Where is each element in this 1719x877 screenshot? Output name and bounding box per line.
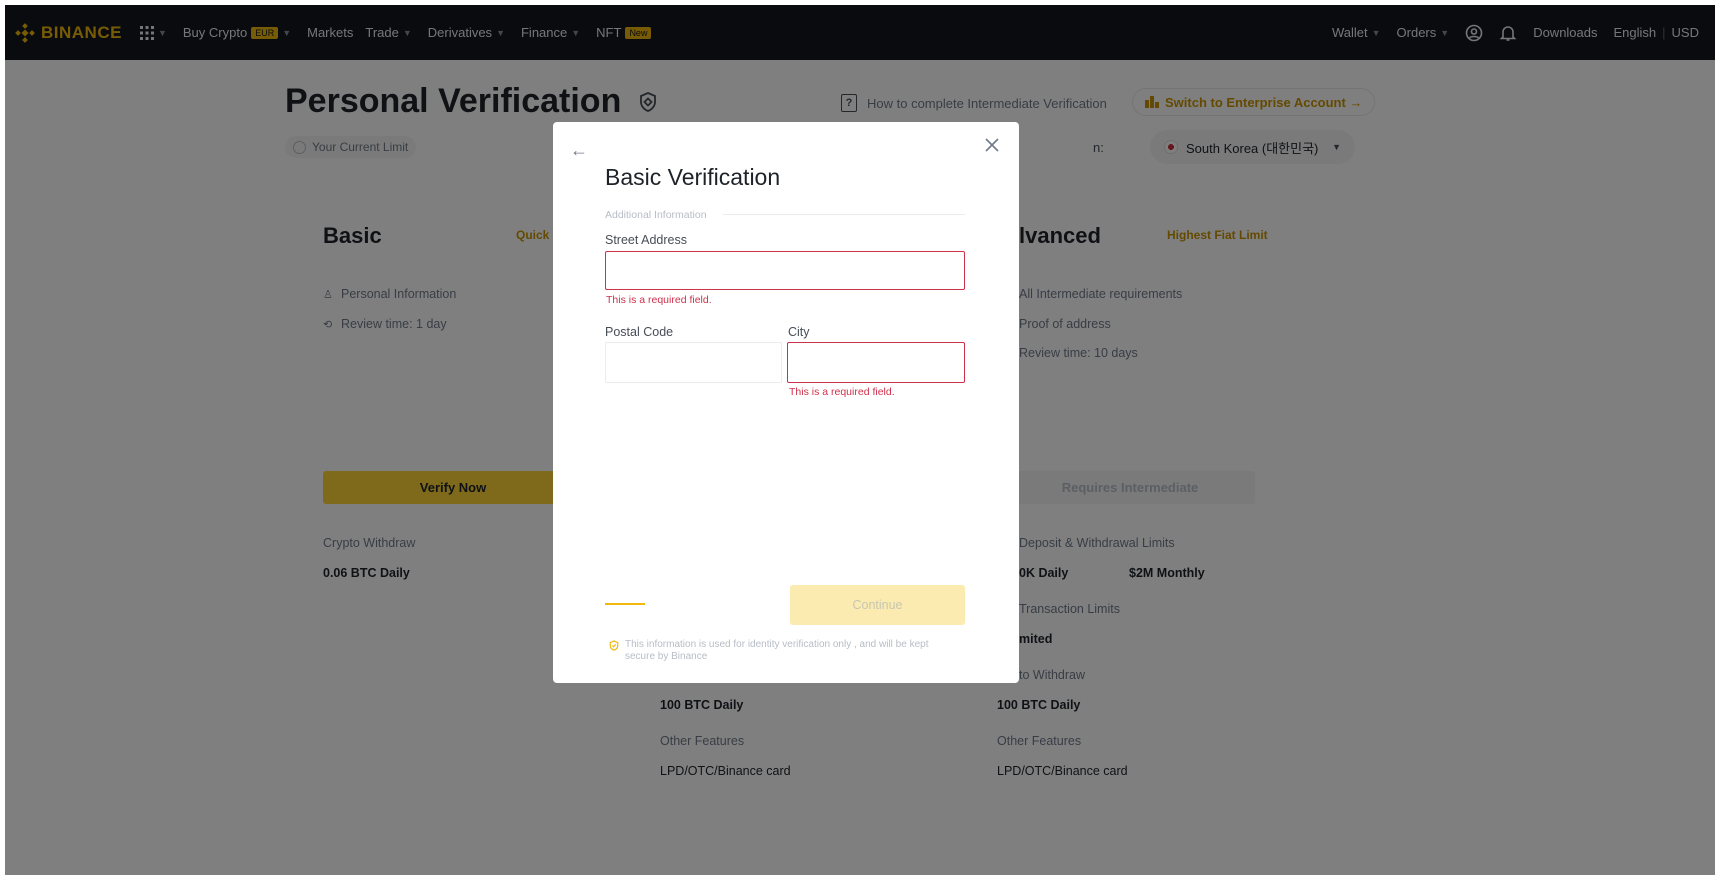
secure-note-text: This information is used for identity ve… — [625, 639, 929, 662]
section-label: Additional Information — [605, 209, 707, 221]
close-icon[interactable] — [985, 138, 999, 157]
secure-note: This information is used for identity ve… — [609, 639, 949, 663]
back-arrow-icon[interactable]: ← — [570, 140, 588, 161]
browser-viewport: BINANCE ▼ Buy Crypto EUR ▼ Markets Trade… — [0, 0, 1719, 877]
street-address-error: This is a required field. — [606, 294, 712, 306]
step-progress-bar — [605, 603, 645, 605]
continue-button[interactable]: Continue — [790, 585, 965, 625]
city-input[interactable] — [787, 342, 965, 383]
app: BINANCE ▼ Buy Crypto EUR ▼ Markets Trade… — [5, 5, 1715, 875]
basic-verification-modal: ← Basic Verification Additional Informat… — [553, 122, 1019, 683]
shield-check-icon — [609, 640, 619, 651]
section-divider — [723, 214, 965, 215]
street-address-input[interactable] — [605, 251, 965, 290]
postal-code-label: Postal Code — [605, 325, 674, 339]
postal-code-input[interactable] — [605, 342, 782, 383]
street-address-label: Street Address — [605, 233, 687, 247]
modal-title: Basic Verification — [605, 164, 781, 190]
city-label: City — [788, 325, 810, 339]
city-error: This is a required field. — [789, 386, 895, 398]
